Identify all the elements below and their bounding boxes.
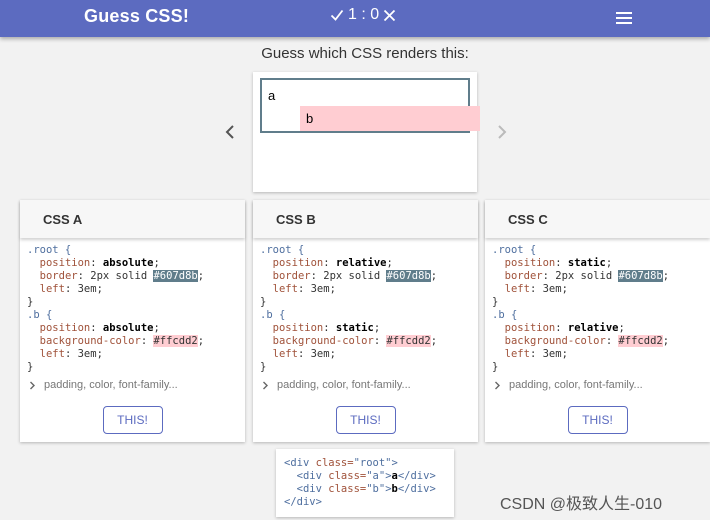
more-properties-text: padding, color, font-family... <box>44 379 178 391</box>
preview-root-box: a b <box>260 78 480 133</box>
prompt-text: Guess which CSS renders this: <box>261 45 469 62</box>
css-code-block: .root { position: absolute; border: 2px … <box>27 244 205 373</box>
this-button-a[interactable]: THIS! <box>102 406 163 434</box>
html-snippet-card: <div class="root"> <div class="a">a</div… <box>276 449 454 517</box>
more-properties-text: padding, color, font-family... <box>509 379 643 391</box>
css-code-block: .root { position: static; border: 2px so… <box>492 244 670 373</box>
css-option-card-b: CSS B .root { position: relative; border… <box>253 200 478 442</box>
css-option-card-c: CSS C .root { position: static; border: … <box>485 200 710 442</box>
chevron-right-icon[interactable] <box>491 122 511 142</box>
preview-b-box: b <box>300 106 480 131</box>
preview-b-text: b <box>306 111 314 126</box>
check-icon <box>330 8 344 22</box>
chevron-right-icon <box>263 381 268 389</box>
card-title: CSS B <box>253 200 478 238</box>
watermark-text: CSDN @极致人生-010 <box>500 496 663 513</box>
card-title: CSS A <box>20 200 245 238</box>
score-display: 1 : 0 <box>330 6 396 24</box>
chevron-left-icon[interactable] <box>221 122 241 142</box>
more-properties-toggle[interactable]: padding, color, font-family... <box>20 374 245 391</box>
preview-card: a b <box>253 72 480 192</box>
app-bar: Guess CSS! 1 : 0 <box>0 0 710 37</box>
card-title: CSS C <box>485 200 710 238</box>
app-title: Guess CSS! <box>84 6 190 26</box>
this-button-c[interactable]: THIS! <box>567 406 628 434</box>
hamburger-menu-icon[interactable] <box>613 7 635 29</box>
css-code-block: .root { position: relative; border: 2px … <box>260 244 438 373</box>
chevron-right-icon <box>30 381 35 389</box>
score-text: 1 : 0 <box>348 6 380 23</box>
more-properties-toggle[interactable]: padding, color, font-family... <box>485 374 710 391</box>
preview-a-text: a <box>268 88 276 103</box>
css-option-card-a: CSS A .root { position: absolute; border… <box>20 200 245 442</box>
chevron-right-icon <box>495 381 500 389</box>
this-button-b[interactable]: THIS! <box>335 406 396 434</box>
more-properties-toggle[interactable]: padding, color, font-family... <box>253 374 478 391</box>
more-properties-text: padding, color, font-family... <box>277 379 411 391</box>
close-icon <box>383 9 396 22</box>
